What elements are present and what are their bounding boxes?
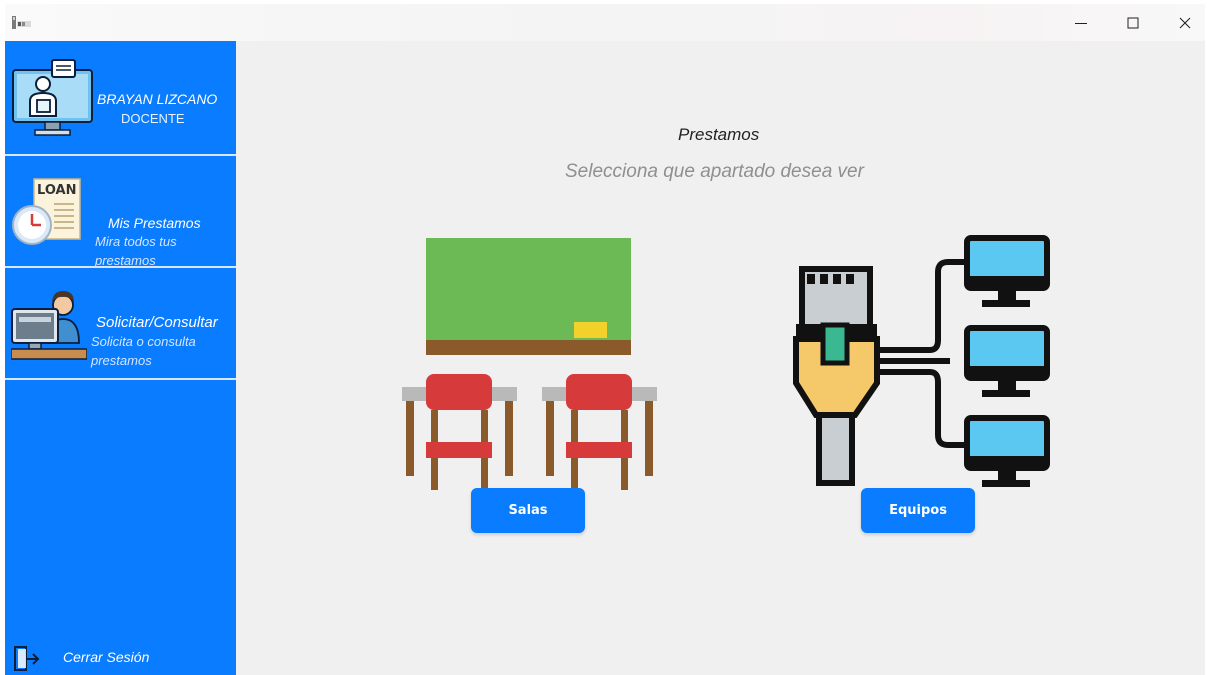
- app-window: BRAYAN LIZCANO DOCENTE LOAN Mis Prestamo…: [5, 4, 1205, 675]
- user-profile-card: BRAYAN LIZCANO DOCENTE: [5, 41, 236, 154]
- logout-icon: [14, 646, 40, 671]
- page-subtitle: Selecciona que apartado desea ver: [565, 161, 864, 182]
- loan-document-icon: LOAN: [12, 178, 81, 245]
- logout-label: Cerrar Sesión: [63, 649, 150, 665]
- solicitar-consultar-subtitle: Solicita o consulta prestamos: [91, 334, 196, 368]
- user-role: DOCENTE: [121, 111, 185, 126]
- title-bar: [5, 4, 1205, 41]
- equipos-button[interactable]: Equipos: [861, 488, 975, 533]
- close-icon: [1179, 17, 1191, 28]
- app-icon: [12, 16, 31, 29]
- person-computer-icon: [11, 291, 87, 360]
- minimize-button[interactable]: [1058, 4, 1104, 41]
- svg-text:LOAN: LOAN: [37, 183, 76, 198]
- sidebar-divider: [5, 378, 236, 380]
- sidebar: BRAYAN LIZCANO DOCENTE LOAN Mis Prestamo…: [5, 41, 236, 675]
- solicitar-consultar-title: Solicitar/Consultar: [96, 314, 218, 331]
- salas-button[interactable]: Salas: [471, 488, 585, 533]
- sidebar-item-mis-prestamos[interactable]: LOAN Mis Prestamos Mira todos tus presta…: [5, 155, 236, 268]
- classroom-icon: [402, 238, 657, 490]
- logout-button[interactable]: Cerrar Sesión: [11, 642, 231, 672]
- maximize-button[interactable]: [1110, 4, 1156, 41]
- page-title-text: Prestamos: [678, 125, 760, 144]
- teacher-monitor-icon: [12, 59, 93, 136]
- sidebar-item-solicitar-consultar[interactable]: Solicitar/Consultar Solicita o consulta …: [5, 268, 236, 379]
- network-computers-icon: [793, 235, 1050, 487]
- close-button[interactable]: [1162, 4, 1205, 41]
- maximize-icon: [1127, 17, 1139, 28]
- mis-prestamos-subtitle: Mira todos tus prestamos: [95, 234, 177, 268]
- user-name: BRAYAN LIZCANO: [97, 91, 218, 107]
- mis-prestamos-title: Mis Prestamos: [108, 215, 201, 231]
- minimize-icon: [1075, 22, 1087, 24]
